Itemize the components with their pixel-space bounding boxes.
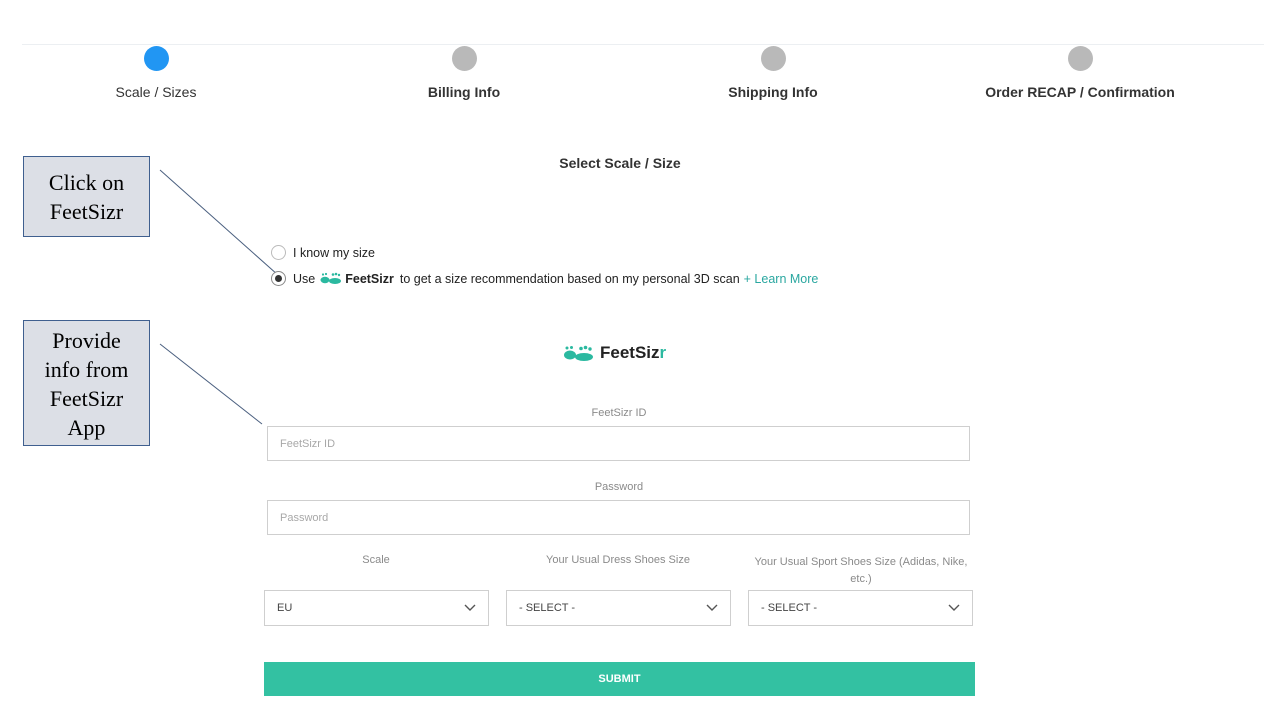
sport-size-select-value: - SELECT - [761,602,818,614]
sport-size-label: Your Usual Sport Shoes Size (Adidas, Nik… [754,556,968,585]
callout-click-feetsizr: Click on FeetSizr [23,156,150,237]
inline-feetsizr-logo: FeetSizr [320,272,394,286]
dress-size-label: Your Usual Dress Shoes Size [546,554,690,566]
submit-button[interactable]: SUBMIT [264,662,975,696]
footprints-icon [320,272,342,284]
callout-line: FeetSizr [49,386,124,411]
use-feetsizr-radio[interactable] [271,271,286,286]
password-label: Password [594,481,644,493]
sport-size-select[interactable]: - SELECT - [748,590,973,626]
callout-line: Provide [52,328,121,353]
scale-select[interactable]: EU [264,590,489,626]
use-suffix: to get a size recommendation based on my… [399,271,740,286]
know-size-radio[interactable] [271,245,286,260]
callout-line: App [67,415,106,440]
brand-name-accent: r [659,343,667,362]
scale-label: Scale [362,554,390,566]
option-know-size[interactable]: I know my size [271,245,375,260]
feetsizr-logo: FeetSiz r [563,343,666,363]
callout-line: Click on [48,170,125,195]
use-prefix: Use [293,271,316,286]
feetsizr-id-label: FeetSizr ID [591,407,647,419]
know-size-label: I know my size [293,245,375,260]
inline-brand-name: FeetSizr [345,271,394,286]
footprints-icon [564,345,593,361]
password-input[interactable] [267,500,970,535]
learn-more-link[interactable]: + Learn More [744,272,819,286]
callout-line: FeetSizr [49,199,124,224]
dress-size-select-value: - SELECT - [519,602,576,614]
dress-size-select[interactable]: - SELECT - [506,590,731,626]
chevron-down-icon [948,604,960,611]
option-use-feetsizr[interactable]: Use FeetSizr to get a size recommendatio… [271,271,818,286]
callout-provide-info: Provide info from FeetSizr App [23,320,150,446]
brand-name-main: FeetSiz [600,343,660,362]
feetsizr-id-input[interactable] [267,426,970,461]
callout-line: info from [44,357,129,382]
scale-select-value: EU [277,602,293,614]
chevron-down-icon [464,604,476,611]
chevron-down-icon [706,604,718,611]
